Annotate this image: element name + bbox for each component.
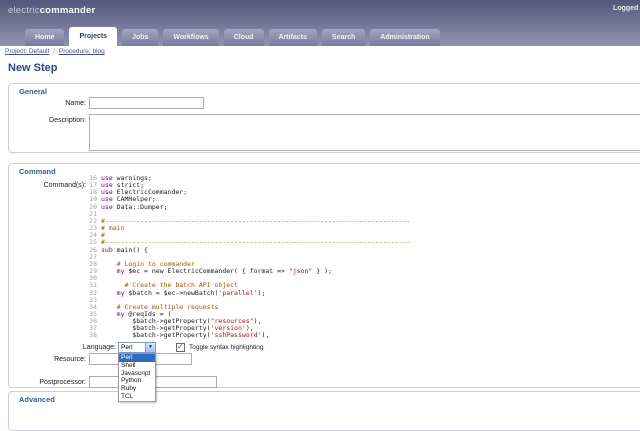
language-option-javascript[interactable]: Javascript (119, 370, 155, 378)
advanced-section: Advanced (8, 391, 640, 431)
command-section: Command Command(s): 16 use warnings; 17 use… (8, 163, 640, 402)
main-nav-tabs: Home Projects Jobs Workflows Cloud Artifacts S… (25, 27, 440, 46)
description-textarea[interactable] (89, 114, 640, 151)
line-number: 38 (89, 331, 97, 340)
code-text: use Data::Dumper; (101, 202, 168, 211)
app-header: electriccommander Logged Home Projects Job… (0, 0, 640, 46)
code-line: 22 #-------------------------------------… (89, 216, 640, 225)
language-option-perl[interactable]: Perl (119, 354, 155, 362)
code-line: 32 my $batch = $ec->newBatch('parallel')… (89, 288, 640, 297)
code-line: 23 # main (89, 224, 640, 232)
description-label: Description: (49, 117, 86, 124)
tab-administration[interactable]: Administration (370, 29, 440, 46)
code-line: 38 $batch->getProperty('sshPassword'), (89, 332, 640, 339)
tab-cloud[interactable]: Cloud (223, 29, 264, 46)
code-line: 18 use ElectricCommander; (89, 189, 640, 196)
logo-commander: commander (39, 5, 96, 16)
language-dropdown-list: Perl Shell Javascript Python Ruby TCL (118, 353, 156, 402)
tab-search[interactable]: Search (321, 29, 366, 46)
chevron-down-icon[interactable]: ▼ (145, 343, 155, 352)
logo-electric: electric (8, 5, 40, 16)
tab-projects[interactable]: Projects (69, 27, 118, 46)
language-select-value: Perl (121, 344, 133, 351)
code-line: 16 use warnings; (89, 175, 640, 182)
breadcrumb-separator: / (51, 48, 57, 55)
language-select[interactable]: Perl ▼ (118, 342, 156, 353)
language-option-python[interactable]: Python (119, 377, 155, 385)
general-section-title: General (19, 87, 47, 96)
code-line: 20 use Data::Dumper; (89, 202, 640, 211)
tab-jobs[interactable]: Jobs (122, 29, 159, 46)
tab-artifacts[interactable]: Artifacts (268, 29, 317, 46)
breadcrumb: Project: Default / Procedure: blog (5, 48, 105, 55)
language-label: Language: (82, 344, 116, 351)
language-option-shell[interactable]: Shell (119, 362, 155, 370)
tab-home[interactable]: Home (25, 29, 65, 46)
code-line: 34 # Create multiple requests (89, 303, 640, 311)
logged-in-status: Logged (613, 5, 639, 12)
syntax-highlight-checkbox[interactable]: ✓ (176, 342, 185, 352)
tab-workflows[interactable]: Workflows (163, 29, 219, 46)
code-line: 26 sub main() { (89, 245, 640, 254)
code-line: 29 my $ec = new ElectricCommander( { for… (89, 267, 640, 276)
code-line: 19 use CAMHelper; (89, 196, 640, 203)
resource-label: Resource: (54, 356, 86, 363)
code-text: my $batch = $ec->newBatch('parallel'); (116, 288, 266, 297)
code-text: #---------------------------------------… (101, 216, 411, 225)
name-label: Name: (65, 100, 86, 107)
breadcrumb-link[interactable]: Procedure: blog (59, 48, 105, 55)
postprocessor-label: Postprocessor: (39, 379, 86, 386)
breadcrumb-link[interactable]: Project: Default (5, 48, 49, 55)
toggle-syntax-label: Toggle syntax highlighting (189, 344, 264, 351)
app-logo: electriccommander (8, 5, 95, 16)
general-section: General Name: Description: (8, 83, 640, 153)
code-text: sub main() { (101, 245, 148, 254)
check-icon: ✓ (177, 342, 184, 351)
code-text: my $ec = new ElectricCommander( { format… (116, 267, 332, 276)
commands-label: Command(s): (43, 182, 86, 189)
code-text: $batch->getProperty('sshPassword'), (101, 331, 270, 340)
page-title: New Step (8, 62, 58, 74)
code-line: 25 #-------------------------------------… (89, 239, 640, 246)
language-option-ruby[interactable]: Ruby (119, 385, 155, 393)
name-input[interactable] (89, 97, 204, 109)
command-code-editor[interactable]: 16 use warnings; 17 use strict; 18 use Electr… (89, 175, 640, 340)
command-section-title: Command (19, 167, 56, 176)
